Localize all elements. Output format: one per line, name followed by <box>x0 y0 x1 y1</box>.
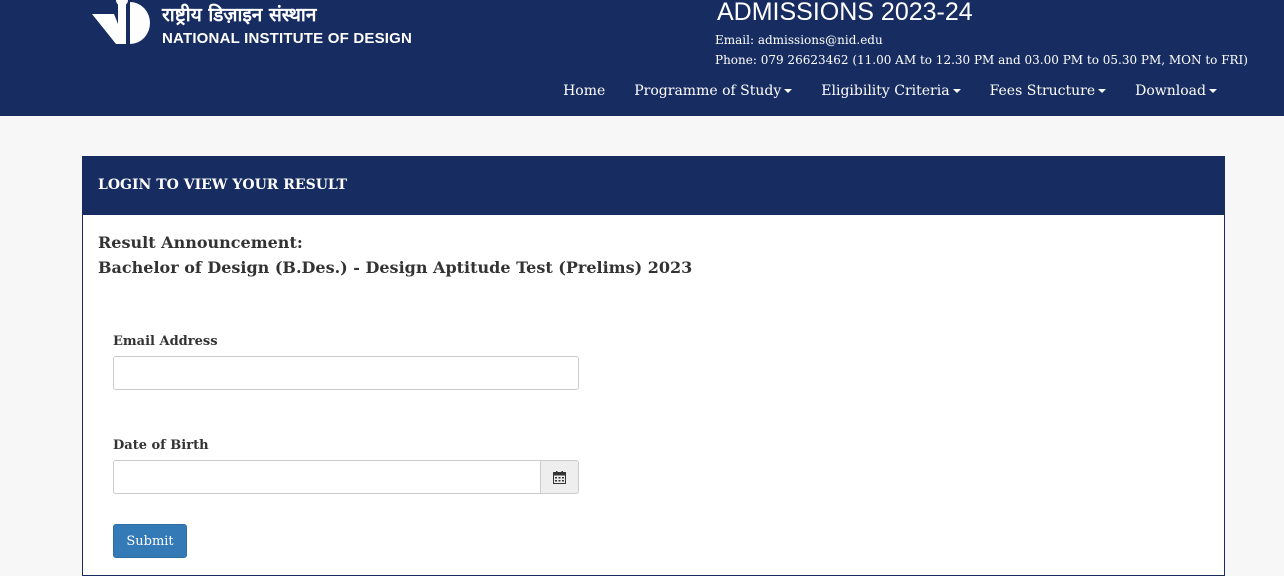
nav-item-label: Download <box>1135 83 1206 99</box>
result-announcement-title: Bachelor of Design (B.Des.) - Design Apt… <box>98 258 693 277</box>
caret-down-icon <box>784 89 793 93</box>
caret-down-icon <box>1098 89 1107 93</box>
nav-item-programme-of-study[interactable]: Programme of Study <box>634 83 793 99</box>
caret-down-icon <box>1209 89 1217 93</box>
calendar-button[interactable] <box>540 460 579 494</box>
nid-logo-icon <box>92 0 150 44</box>
nav-item-download[interactable]: Download <box>1135 83 1217 99</box>
panel-heading-title: LOGIN TO VIEW YOUR RESULT <box>98 177 348 193</box>
dob-label: Date of Birth <box>113 438 209 453</box>
email-label: Email Address <box>113 334 218 349</box>
nav-item-label: Programme of Study <box>634 83 782 99</box>
login-panel: LOGIN TO VIEW YOUR RESULT Result Announc… <box>82 156 1225 576</box>
site-header: राष्ट्रीय डिज़ाइन संस्थान NATIONAL INSTI… <box>0 0 1284 116</box>
logo-english-text: NATIONAL INSTITUTE OF DESIGN <box>162 30 413 47</box>
nid-logo[interactable]: राष्ट्रीय डिज़ाइन संस्थान NATIONAL INSTI… <box>92 0 412 60</box>
nav-item-fees-structure[interactable]: Fees Structure <box>990 83 1107 99</box>
panel-heading: LOGIN TO VIEW YOUR RESULT <box>83 157 1224 215</box>
dob-input-group <box>113 460 579 494</box>
caret-down-icon <box>952 89 961 93</box>
logo-hindi-text: राष्ट्रीय डिज़ाइन संस्थान <box>162 4 317 26</box>
email-field[interactable] <box>113 356 579 390</box>
nav-item-label: Home <box>563 83 606 99</box>
calendar-icon <box>553 470 566 484</box>
nav-item-eligibility-criteria[interactable]: Eligibility Criteria <box>821 83 961 99</box>
nav-item-home[interactable]: Home <box>563 83 605 99</box>
main-nav: Home Programme of Study Eligibility Crit… <box>563 80 1217 102</box>
admissions-title: ADMISSIONS 2023-24 <box>717 0 973 26</box>
result-announcement-label: Result Announcement: <box>98 233 303 252</box>
contact-email: Email: admissions@nid.edu <box>715 33 883 47</box>
nav-item-label: Eligibility Criteria <box>821 83 950 99</box>
contact-phone: Phone: 079 26623462 (11.00 AM to 12.30 P… <box>715 53 1248 67</box>
submit-button[interactable]: Submit <box>113 524 187 558</box>
nav-item-label: Fees Structure <box>989 83 1096 99</box>
dob-field[interactable] <box>113 460 541 494</box>
